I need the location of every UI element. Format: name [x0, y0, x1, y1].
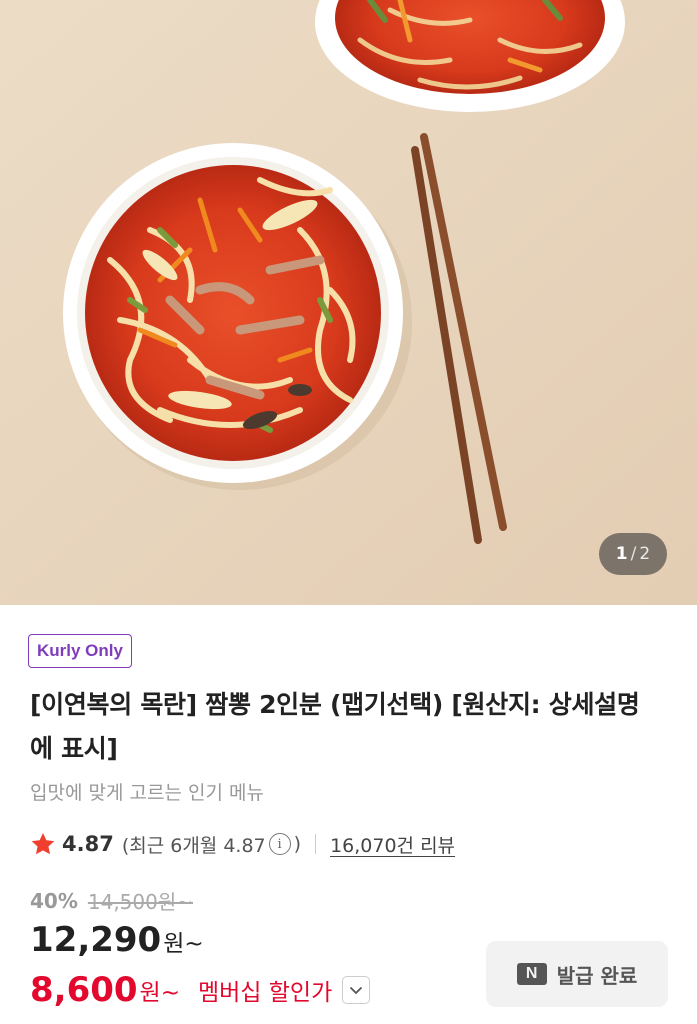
product-subtitle: 입맛에 맞게 고르는 인기 메뉴	[30, 782, 264, 804]
coupon-status-label: 발급 완료	[556, 963, 638, 988]
member-price-unit: 원~	[139, 980, 180, 1006]
image-page-indicator: 1 / 2	[599, 533, 667, 575]
product-title: [이연복의 목란] 짬뽕 2인분 (맵기선택) [원산지: 상세설명에 표시]	[30, 690, 640, 763]
rating-divider	[315, 834, 317, 854]
discount-row: 40% 14,500원~	[30, 886, 193, 915]
kurly-only-badge: Kurly Only	[28, 634, 132, 668]
recent-rating-text: (최근 6개월 4.87	[121, 834, 266, 857]
member-price-row: 8,600 원~ 멤버십 할인가	[30, 970, 371, 1010]
price-row: 12,290 원~	[30, 920, 204, 960]
review-count-link[interactable]: 16,070건 리뷰	[330, 831, 455, 858]
member-price-toggle[interactable]	[342, 976, 371, 1004]
star-icon	[31, 832, 55, 855]
rating-row: 4.87 (최근 6개월 4.87 i ) 16,070건 리뷰	[30, 828, 455, 860]
chevron-down-icon	[350, 987, 363, 994]
original-price: 14,500원~	[87, 890, 194, 914]
naver-pay-icon: N	[516, 963, 547, 985]
current-image-number: 1	[615, 544, 628, 564]
info-icon[interactable]: i	[268, 833, 291, 855]
sale-price: 12,290	[30, 920, 162, 960]
recent-rating-close: )	[293, 833, 302, 855]
member-price: 8,600	[30, 970, 138, 1010]
product-photo	[0, 0, 697, 605]
product-image-carousel[interactable]: 1 / 2	[0, 0, 697, 605]
member-price-label: 멤버십 할인가	[197, 980, 333, 1006]
page-separator: /	[630, 544, 637, 564]
rating-score: 4.87	[62, 832, 114, 856]
sale-price-unit: 원~	[163, 931, 204, 957]
total-image-count: 2	[639, 544, 651, 564]
discount-rate: 40%	[30, 888, 78, 913]
coupon-issued-button[interactable]: N 발급 완료	[486, 941, 668, 1007]
recent-rating: (최근 6개월 4.87 i )	[122, 831, 301, 858]
